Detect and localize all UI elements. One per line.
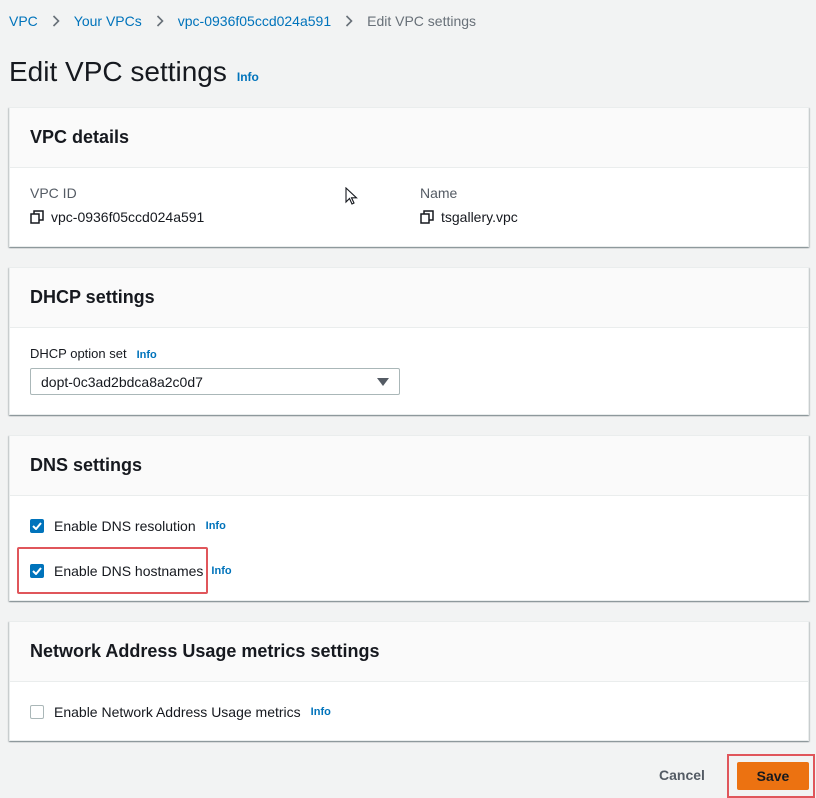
page-header: Edit VPC settings Info	[9, 56, 259, 88]
name-value: tsgallery.vpc	[441, 209, 518, 225]
nau-metrics-info-link[interactable]: Info	[311, 706, 331, 718]
nau-metrics-checkbox[interactable]	[30, 705, 44, 719]
dhcp-settings-heading: DHCP settings	[30, 287, 155, 307]
name-field: Name tsgallery.vpc	[420, 185, 518, 225]
cancel-button[interactable]: Cancel	[648, 762, 716, 788]
nau-metrics-label: Enable Network Address Usage metrics	[54, 704, 301, 720]
dns-resolution-label: Enable DNS resolution	[54, 518, 196, 534]
dhcp-info-link[interactable]: Info	[137, 349, 157, 361]
dns-hostnames-highlight	[17, 547, 208, 594]
dns-hostnames-info-link[interactable]: Info	[211, 565, 231, 577]
dhcp-option-set-label-row: DHCP option set Info	[30, 346, 157, 361]
chevron-right-icon	[52, 15, 60, 27]
mouse-cursor-icon	[345, 186, 359, 212]
vpc-id-label: VPC ID	[30, 185, 77, 201]
vpc-details-heading: VPC details	[30, 127, 130, 147]
nau-metrics-heading: Network Address Usage metrics settings	[30, 641, 380, 661]
chevron-right-icon	[156, 15, 164, 27]
copy-icon[interactable]	[420, 210, 434, 224]
dhcp-option-set-value: dopt-0c3ad2bdca8a2c0d7	[41, 373, 203, 390]
dhcp-settings-panel: DHCP settings DHCP option set Info dopt-…	[9, 267, 809, 415]
name-label: Name	[420, 185, 458, 201]
page-title: Edit VPC settings	[9, 56, 227, 87]
dns-resolution-row: Enable DNS resolution Info	[30, 518, 226, 534]
dns-resolution-checkbox[interactable]	[30, 519, 44, 533]
breadcrumb-current: Edit VPC settings	[367, 13, 477, 29]
vpc-details-header: VPC details	[10, 108, 808, 168]
dhcp-settings-header: DHCP settings	[10, 268, 808, 328]
breadcrumb-vpc-id[interactable]: vpc-0936f05ccd024a591	[178, 13, 331, 29]
dns-settings-header: DNS settings	[10, 436, 808, 496]
nau-metrics-panel: Network Address Usage metrics settings E…	[9, 621, 809, 741]
vpc-id-field: VPC ID vpc-0936f05ccd024a591	[30, 185, 204, 225]
checkmark-icon	[32, 522, 42, 530]
dhcp-option-set-label: DHCP option set	[30, 346, 127, 361]
dns-resolution-info-link[interactable]: Info	[206, 520, 226, 532]
page-info-link[interactable]: Info	[237, 70, 259, 84]
nau-metrics-row: Enable Network Address Usage metrics Inf…	[30, 704, 331, 720]
dhcp-option-set-select[interactable]: dopt-0c3ad2bdca8a2c0d7	[30, 368, 400, 395]
vpc-id-value-row: vpc-0936f05ccd024a591	[30, 209, 204, 225]
copy-icon[interactable]	[30, 210, 44, 224]
name-value-row: tsgallery.vpc	[420, 209, 518, 225]
nau-metrics-header: Network Address Usage metrics settings	[10, 622, 808, 682]
vpc-id-value: vpc-0936f05ccd024a591	[51, 209, 205, 225]
breadcrumb-vpc[interactable]: VPC	[9, 13, 38, 29]
breadcrumb-your-vpcs[interactable]: Your VPCs	[74, 13, 142, 29]
save-button-highlight: Save	[727, 754, 815, 798]
save-button[interactable]: Save	[737, 762, 809, 790]
vpc-details-panel: VPC details VPC ID vpc-0936f05ccd024a591…	[9, 107, 809, 247]
dns-settings-heading: DNS settings	[30, 455, 143, 475]
breadcrumb: VPC Your VPCs vpc-0936f05ccd024a591 Edit…	[9, 13, 476, 29]
chevron-right-icon	[345, 15, 353, 27]
caret-down-icon	[377, 377, 389, 386]
